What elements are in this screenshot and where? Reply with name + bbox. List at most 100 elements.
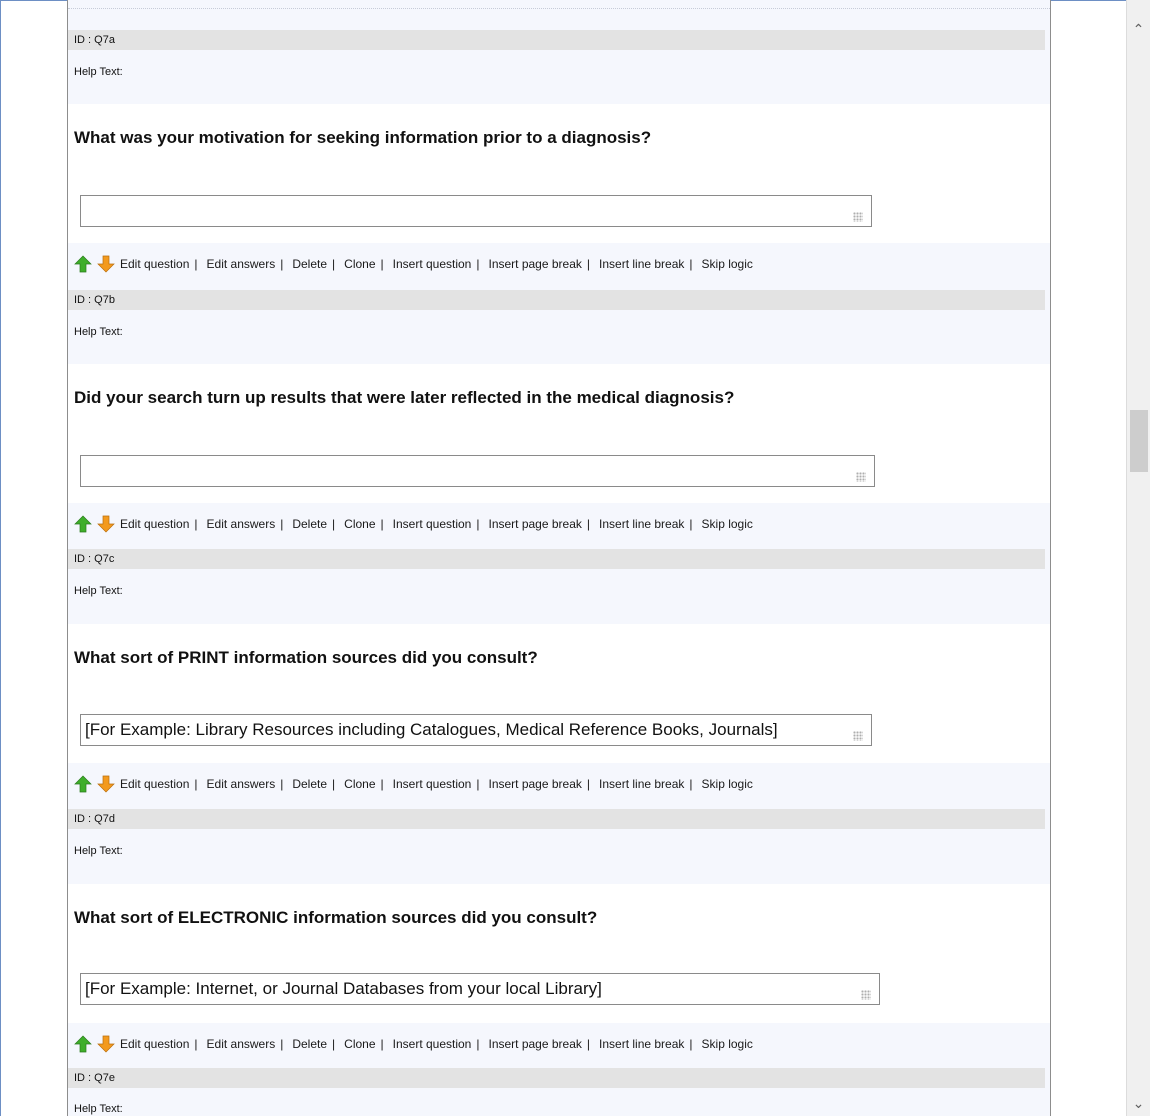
edit-question-link[interactable]: Edit question bbox=[120, 1037, 189, 1051]
toolbar-separator: | bbox=[586, 517, 591, 531]
help-text-label: Help Text: bbox=[74, 66, 123, 78]
insert-question-link[interactable]: Insert question bbox=[393, 517, 472, 531]
toolbar-separator: | bbox=[280, 1037, 284, 1051]
toolbar-separator: | bbox=[194, 1037, 198, 1051]
insert-page-break-link[interactable]: Insert page break bbox=[488, 1037, 581, 1051]
arrow-down-icon[interactable] bbox=[97, 775, 115, 793]
resize-grip-icon[interactable] bbox=[853, 731, 863, 741]
toolbar-separator: | bbox=[280, 517, 284, 531]
edit-question-link[interactable]: Edit question bbox=[120, 257, 189, 271]
edit-question-link[interactable]: Edit question bbox=[120, 517, 189, 531]
toolbar-separator: | bbox=[380, 257, 384, 271]
edit-answers-link[interactable]: Edit answers bbox=[207, 517, 276, 531]
arrow-down-icon[interactable] bbox=[97, 1035, 115, 1053]
insert-page-break-link[interactable]: Insert page break bbox=[488, 517, 581, 531]
question-block: What sort of PRINT information sources d… bbox=[68, 624, 1050, 763]
insert-page-break-link[interactable]: Insert page break bbox=[488, 777, 581, 791]
answer-input[interactable] bbox=[80, 195, 872, 227]
resize-grip-icon[interactable] bbox=[856, 472, 866, 482]
insert-question-link[interactable]: Insert question bbox=[393, 1037, 472, 1051]
question-id-bar: ID : Q7d bbox=[68, 809, 1045, 829]
scrollbar-thumb[interactable] bbox=[1130, 410, 1148, 472]
toolbar-separator: | bbox=[586, 777, 591, 791]
toolbar-separator: | bbox=[194, 257, 198, 271]
delete-link[interactable]: Delete bbox=[292, 1037, 327, 1051]
toolbar-separator: | bbox=[280, 777, 284, 791]
toolbar-separator: | bbox=[689, 777, 693, 791]
question-id-bar: ID : Q7b bbox=[68, 290, 1045, 310]
delete-link[interactable]: Delete bbox=[292, 257, 327, 271]
answer-input[interactable]: [For Example: Internet, or Journal Datab… bbox=[80, 973, 880, 1005]
insert-question-link[interactable]: Insert question bbox=[393, 257, 472, 271]
toolbar-separator: | bbox=[280, 257, 284, 271]
answer-input[interactable]: [For Example: Library Resources includin… bbox=[80, 714, 872, 746]
help-text-label: Help Text: bbox=[74, 326, 123, 338]
insert-line-break-link[interactable]: Insert line break bbox=[599, 1037, 684, 1051]
skip-logic-link[interactable]: Skip logic bbox=[702, 1037, 753, 1051]
question-block: What was your motivation for seeking inf… bbox=[68, 104, 1050, 243]
toolbar-separator: | bbox=[380, 1037, 384, 1051]
help-text-label: Help Text: bbox=[74, 585, 123, 597]
arrow-down-icon[interactable] bbox=[97, 515, 115, 533]
insert-line-break-link[interactable]: Insert line break bbox=[599, 777, 684, 791]
arrow-up-icon[interactable] bbox=[74, 255, 92, 273]
question-toolbar: Edit question | Edit answers | Delete | Clo… bbox=[74, 1034, 753, 1054]
arrow-up-icon[interactable] bbox=[74, 515, 92, 533]
toolbar-separator: | bbox=[476, 777, 480, 791]
edit-question-link[interactable]: Edit question bbox=[120, 777, 189, 791]
previous-toolbar-edge bbox=[68, 0, 1050, 9]
question-toolbar: Edit question | Edit answers | Delete | Clo… bbox=[74, 514, 753, 534]
toolbar-separator: | bbox=[586, 257, 591, 271]
edit-answers-link[interactable]: Edit answers bbox=[207, 1037, 276, 1051]
question-id-bar: ID : Q7a bbox=[68, 30, 1045, 50]
answer-input[interactable] bbox=[80, 455, 875, 487]
question-title: What sort of PRINT information sources d… bbox=[74, 648, 538, 667]
resize-grip-icon[interactable] bbox=[861, 990, 871, 1000]
question-block: What sort of ELECTRONIC information sour… bbox=[68, 884, 1050, 1023]
help-text-label: Help Text: bbox=[74, 1103, 123, 1115]
insert-page-break-link[interactable]: Insert page break bbox=[488, 257, 581, 271]
clone-link[interactable]: Clone bbox=[344, 517, 375, 531]
delete-link[interactable]: Delete bbox=[292, 517, 327, 531]
edit-answers-link[interactable]: Edit answers bbox=[207, 257, 276, 271]
toolbar-separator: | bbox=[689, 257, 693, 271]
toolbar-separator: | bbox=[476, 257, 480, 271]
question-toolbar: Edit question | Edit answers | Delete | Clo… bbox=[74, 774, 753, 794]
question-title: What was your motivation for seeking inf… bbox=[74, 128, 652, 147]
insert-line-break-link[interactable]: Insert line break bbox=[599, 517, 684, 531]
skip-logic-link[interactable]: Skip logic bbox=[702, 517, 753, 531]
arrow-up-icon[interactable] bbox=[74, 775, 92, 793]
edit-answers-link[interactable]: Edit answers bbox=[207, 777, 276, 791]
toolbar-separator: | bbox=[476, 1037, 480, 1051]
question-toolbar: Edit question | Edit answers | Delete | Clo… bbox=[74, 254, 753, 274]
toolbar-separator: | bbox=[380, 777, 384, 791]
clone-link[interactable]: Clone bbox=[344, 777, 375, 791]
arrow-up-icon[interactable] bbox=[74, 1035, 92, 1053]
toolbar-separator: | bbox=[194, 777, 198, 791]
toolbar-separator: | bbox=[689, 1037, 693, 1051]
scroll-up-arrow-icon[interactable]: ⌃ bbox=[1127, 18, 1150, 40]
delete-link[interactable]: Delete bbox=[292, 777, 327, 791]
toolbar-separator: | bbox=[586, 1037, 591, 1051]
insert-question-link[interactable]: Insert question bbox=[393, 777, 472, 791]
question-title: What sort of ELECTRONIC information sour… bbox=[74, 908, 598, 927]
question-id-bar: ID : Q7e bbox=[68, 1068, 1045, 1088]
toolbar-separator: | bbox=[332, 257, 336, 271]
arrow-down-icon[interactable] bbox=[97, 255, 115, 273]
toolbar-separator: | bbox=[332, 1037, 336, 1051]
survey-editor: ID : Q7a Help Text: What was your motiva… bbox=[67, 0, 1051, 1116]
toolbar-separator: | bbox=[194, 517, 198, 531]
question-block: Did your search turn up results that wer… bbox=[68, 364, 1050, 503]
toolbar-separator: | bbox=[332, 777, 336, 791]
skip-logic-link[interactable]: Skip logic bbox=[702, 257, 753, 271]
toolbar-separator: | bbox=[476, 517, 480, 531]
toolbar-separator: | bbox=[689, 517, 693, 531]
resize-grip-icon[interactable] bbox=[853, 212, 863, 222]
scroll-down-arrow-icon[interactable]: ⌄ bbox=[1127, 1092, 1150, 1114]
clone-link[interactable]: Clone bbox=[344, 1037, 375, 1051]
help-text-label: Help Text: bbox=[74, 845, 123, 857]
vertical-scrollbar[interactable]: ⌃ ⌄ bbox=[1126, 0, 1150, 1116]
insert-line-break-link[interactable]: Insert line break bbox=[599, 257, 684, 271]
clone-link[interactable]: Clone bbox=[344, 257, 375, 271]
skip-logic-link[interactable]: Skip logic bbox=[702, 777, 753, 791]
